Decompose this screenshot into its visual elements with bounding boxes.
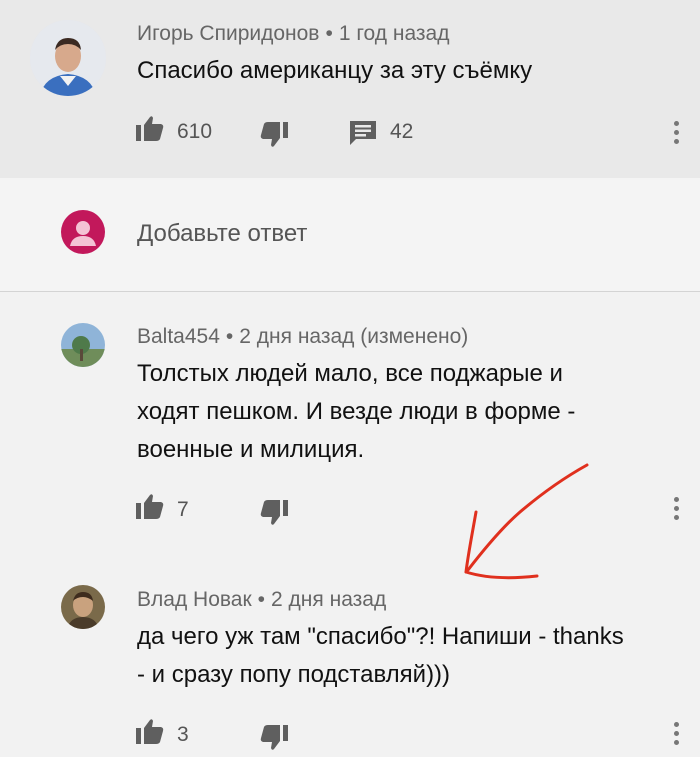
thumb-down-icon[interactable] [260, 725, 288, 756]
add-reply-bar[interactable] [0, 178, 700, 292]
separator: • [225, 325, 234, 348]
more-vert-icon[interactable] [671, 722, 681, 748]
like-count: 610 [177, 120, 213, 143]
comment-text-line: военные и милиция. [137, 436, 365, 463]
author-name[interactable]: Игорь Спиридонов [137, 22, 319, 45]
like-count: 7 [177, 498, 189, 521]
comment-time: 2 дня назад (изменено) [239, 325, 469, 348]
avatar[interactable] [61, 585, 105, 629]
comment-meta: Влад Новак • 2 дня назад [137, 588, 386, 612]
comment-text-line: ходят пешком. И везде люди в форме - [137, 398, 576, 425]
separator: • [257, 588, 266, 611]
comment-time: 1 год назад [338, 22, 450, 45]
add-reply-input[interactable]: Добавьте ответ [137, 220, 307, 248]
separator: • [325, 22, 333, 45]
author-name[interactable]: Balta454 [137, 325, 220, 348]
thumb-up-icon[interactable] [136, 493, 164, 524]
user-avatar [61, 210, 105, 254]
thumb-up-icon[interactable] [136, 718, 164, 749]
reply-count[interactable]: 42 [390, 120, 413, 144]
top-comment: Игорь Спиридонов • 1 год назад Спасибо аме… [0, 0, 700, 178]
author-name[interactable]: Влад Новак [137, 588, 252, 611]
thumb-down-icon[interactable] [260, 122, 288, 153]
more-vert-icon[interactable] [671, 497, 681, 523]
comment-text: Спасибо американцу за эту съёмку [137, 57, 533, 84]
comment-time: 2 дня назад [271, 588, 387, 611]
more-vert-icon[interactable] [671, 121, 681, 147]
comment-text-line: Толстых людей мало, все поджарые и [137, 360, 563, 387]
comment-icon[interactable] [350, 121, 376, 150]
comment-meta: Balta454 • 2 дня назад (изменено) [137, 325, 468, 349]
like-count: 3 [177, 723, 189, 746]
thumb-down-icon[interactable] [260, 500, 288, 531]
avatar[interactable] [30, 20, 106, 96]
thumb-up-icon[interactable] [136, 115, 164, 146]
comment-meta: Игорь Спиридонов • 1 год назад [137, 22, 449, 46]
comment-text-line: - и сразу попу подставляй))) [137, 661, 451, 688]
comment-text-line: да чего уж там "спасибо"?! Напиши - than… [137, 623, 624, 650]
avatar[interactable] [61, 323, 105, 367]
